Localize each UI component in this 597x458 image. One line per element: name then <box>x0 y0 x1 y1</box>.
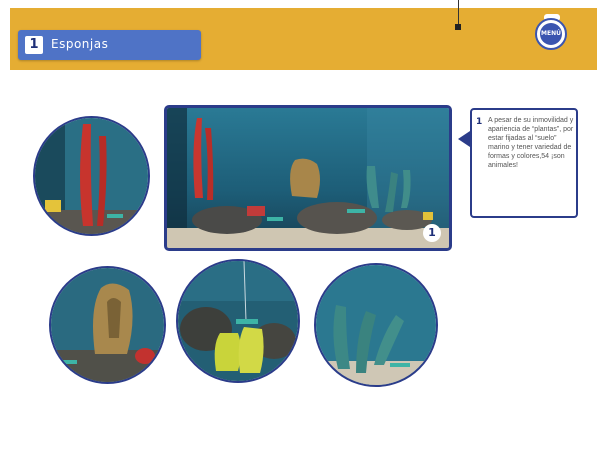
green-sponge-image <box>316 265 436 385</box>
hanging-knob <box>455 24 461 30</box>
thumbnail-red-sponge[interactable] <box>33 116 150 236</box>
section-number: 1 <box>25 36 43 54</box>
thumbnail-yellow-sponge[interactable] <box>176 259 300 383</box>
info-pointer-arrow <box>458 131 470 147</box>
tan-sponge-image <box>51 268 164 382</box>
info-text: A pesar de su inmovilidad y apariencia d… <box>488 117 574 169</box>
hanging-cord <box>458 0 459 26</box>
main-aquarium-photo[interactable]: 1 <box>164 105 452 251</box>
info-number: 1 <box>476 117 483 127</box>
thumbnail-tan-sponge[interactable] <box>49 266 166 384</box>
yellow-sponge-image <box>178 261 298 381</box>
info-card: 1 A pesar de su inmovilidad y apariencia… <box>470 108 578 218</box>
aquarium-scene-image <box>167 108 449 248</box>
menu-label: MENÚ <box>541 30 561 37</box>
section-title-bar: 1 Esponjas <box>18 30 201 60</box>
menu-button[interactable]: MENÚ <box>535 18 567 50</box>
menu-icon: MENÚ <box>540 23 562 45</box>
thumbnail-green-sponge[interactable] <box>314 263 438 387</box>
section-title: Esponjas <box>51 37 109 51</box>
red-sponge-image <box>35 118 148 234</box>
photo-callout-badge[interactable]: 1 <box>423 224 441 242</box>
